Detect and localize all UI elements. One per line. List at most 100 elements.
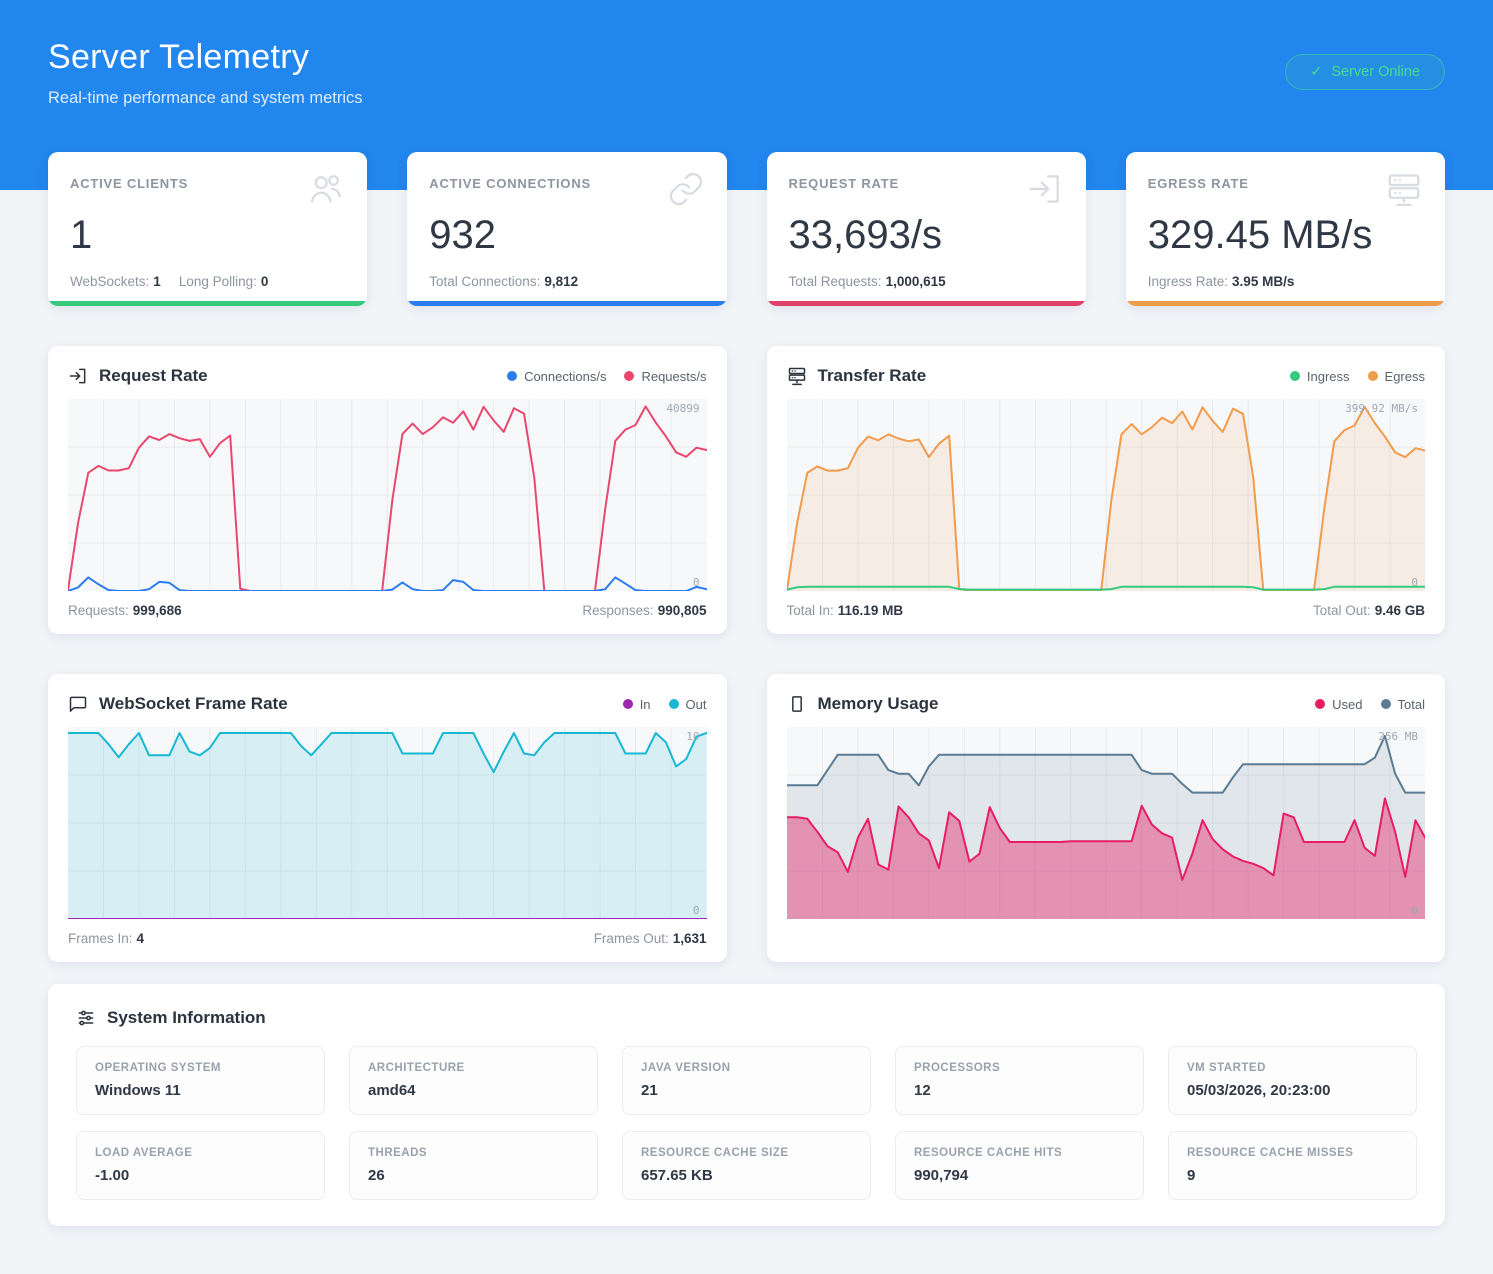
sys-field-resource-cache-hits: RESOURCE CACHE HITS 990,794 (895, 1131, 1144, 1200)
legend: Ingress Egress (1290, 369, 1425, 384)
legend-dot (669, 699, 679, 709)
y-axis-min-label: 0 (1411, 576, 1418, 589)
chat-bubble-icon (68, 694, 88, 714)
stat-title: ACTIVE CLIENTS (70, 170, 188, 191)
sys-field-resource-cache-misses: RESOURCE CACHE MISSES 9 (1168, 1131, 1417, 1200)
footer-stat-right: Total Out:9.46 GB (1313, 603, 1425, 618)
stat-card-active-connections: ACTIVE CONNECTIONS 932 Total Connections… (407, 152, 726, 306)
footer-stat-left: Total In:116.19 MB (787, 603, 904, 618)
check-icon: ✓ (1310, 64, 1322, 80)
legend-item-connections[interactable]: Connections/s (507, 369, 606, 384)
memory-icon (787, 694, 807, 714)
users-icon (307, 170, 345, 213)
login-arrow-icon (68, 366, 88, 386)
accent-bar (407, 301, 726, 306)
legend-dot (623, 699, 633, 709)
legend-dot (1381, 699, 1391, 709)
stat-value: 329.45 MB/s (1148, 213, 1423, 257)
status-badge-label: Server Online (1331, 64, 1420, 80)
y-axis-min-label: 0 (693, 576, 700, 589)
chart-title-request-rate: Request Rate (68, 366, 208, 386)
accent-bar (1126, 301, 1445, 306)
sys-field-architecture: ARCHITECTURE amd64 (349, 1046, 598, 1115)
footer-stat-left: Frames In:4 (68, 931, 144, 946)
y-axis-max-label: 256 MB (1378, 730, 1418, 743)
stat-details: Total Connections:9,812 (429, 274, 578, 289)
header-text: Server Telemetry Real-time performance a… (48, 38, 363, 108)
sliders-icon (76, 1008, 96, 1028)
stat-detail: Total Connections:9,812 (429, 274, 578, 289)
accent-bar (767, 301, 1086, 306)
chart-footer: Total In:116.19 MB Total Out:9.46 GB (787, 603, 1426, 618)
footer-stat-right: Responses:990,805 (582, 603, 706, 618)
legend-item-out[interactable]: Out (669, 697, 707, 712)
legend: In Out (623, 697, 707, 712)
chart-card-transfer-rate: Transfer Rate Ingress Egress 399.92 MB/s… (767, 346, 1446, 634)
y-axis-max-label: 40899 (666, 402, 699, 415)
legend-dot (1315, 699, 1325, 709)
chart-title-websocket-frame-rate: WebSocket Frame Rate (68, 694, 288, 714)
y-axis-min-label: 0 (1411, 904, 1418, 917)
footer-stat-left: Requests:999,686 (68, 603, 182, 618)
sys-field-operating-system: OPERATING SYSTEM Windows 11 (76, 1046, 325, 1115)
legend-item-in[interactable]: In (623, 697, 651, 712)
stat-value: 1 (70, 213, 345, 257)
server-icon (1385, 170, 1423, 213)
legend-item-requests[interactable]: Requests/s (624, 369, 706, 384)
sys-field-vm-started: VM STARTED 05/03/2026, 20:23:00 (1168, 1046, 1417, 1115)
chart-footer: Frames In:4 Frames Out:1,631 (68, 931, 707, 946)
chart-card-request-rate: Request Rate Connections/s Requests/s 40… (48, 346, 727, 634)
stat-value: 932 (429, 213, 704, 257)
stat-title: REQUEST RATE (789, 170, 899, 191)
chart-plot-websocket-frame-rate[interactable]: 10 0 (68, 727, 707, 919)
stat-detail: Total Requests:1,000,615 (789, 274, 946, 289)
chart-card-memory-usage: Memory Usage Used Total 256 MB 0 (767, 674, 1446, 962)
stat-card-active-clients: ACTIVE CLIENTS 1 WebSockets:1 Long Polli… (48, 152, 367, 306)
stat-value: 33,693/s (789, 213, 1064, 257)
accent-bar (48, 301, 367, 306)
chart-title-transfer-rate: Transfer Rate (787, 366, 927, 386)
y-axis-max-label: 399.92 MB/s (1345, 402, 1418, 415)
legend: Used Total (1315, 697, 1425, 712)
page-title: Server Telemetry (48, 38, 363, 77)
system-info-grid: OPERATING SYSTEM Windows 11 ARCHITECTURE… (76, 1046, 1417, 1200)
stat-title: ACTIVE CONNECTIONS (429, 170, 591, 191)
footer-stat-right: Frames Out:1,631 (594, 931, 707, 946)
legend: Connections/s Requests/s (507, 369, 706, 384)
charts-grid: Request Rate Connections/s Requests/s 40… (0, 346, 1493, 962)
chart-plot-memory-usage[interactable]: 256 MB 0 (787, 727, 1426, 919)
sys-field-resource-cache-size: RESOURCE CACHE SIZE 657.65 KB (622, 1131, 871, 1200)
server-icon (787, 366, 807, 386)
chart-footer: Requests:999,686 Responses:990,805 (68, 603, 707, 618)
sys-field-threads: THREADS 26 (349, 1131, 598, 1200)
stat-details: WebSockets:1 Long Polling:0 (70, 274, 268, 289)
legend-dot (1368, 371, 1378, 381)
legend-item-used[interactable]: Used (1315, 697, 1362, 712)
sys-field-processors: PROCESSORS 12 (895, 1046, 1144, 1115)
stat-card-request-rate: REQUEST RATE 33,693/s Total Requests:1,0… (767, 152, 1086, 306)
y-axis-min-label: 0 (693, 904, 700, 917)
stat-card-egress-rate: EGRESS RATE 329.45 MB/s Ingress Rate:3.9… (1126, 152, 1445, 306)
chart-plot-request-rate[interactable]: 40899 0 (68, 399, 707, 591)
stat-cards-row: ACTIVE CLIENTS 1 WebSockets:1 Long Polli… (0, 152, 1493, 306)
chart-card-websocket-frame-rate: WebSocket Frame Rate In Out 10 0 Frames … (48, 674, 727, 962)
stat-detail: WebSockets:1 (70, 274, 161, 289)
legend-item-total[interactable]: Total (1381, 697, 1425, 712)
legend-dot (624, 371, 634, 381)
stat-detail: Ingress Rate:3.95 MB/s (1148, 274, 1295, 289)
chart-plot-transfer-rate[interactable]: 399.92 MB/s 0 (787, 399, 1426, 591)
legend-item-ingress[interactable]: Ingress (1290, 369, 1350, 384)
legend-item-egress[interactable]: Egress (1368, 369, 1425, 384)
legend-dot (1290, 371, 1300, 381)
page-subtitle: Real-time performance and system metrics (48, 89, 363, 108)
chart-title-memory-usage: Memory Usage (787, 694, 939, 714)
sys-field-load-average: LOAD AVERAGE -1.00 (76, 1131, 325, 1200)
link-icon (667, 170, 705, 213)
stat-detail: Long Polling:0 (179, 274, 269, 289)
stat-details: Total Requests:1,000,615 (789, 274, 946, 289)
stat-details: Ingress Rate:3.95 MB/s (1148, 274, 1295, 289)
system-information-title: System Information (76, 1008, 1417, 1028)
status-badge: ✓ Server Online (1285, 54, 1445, 90)
system-information-card: System Information OPERATING SYSTEM Wind… (48, 984, 1445, 1226)
y-axis-max-label: 10 (686, 730, 699, 743)
